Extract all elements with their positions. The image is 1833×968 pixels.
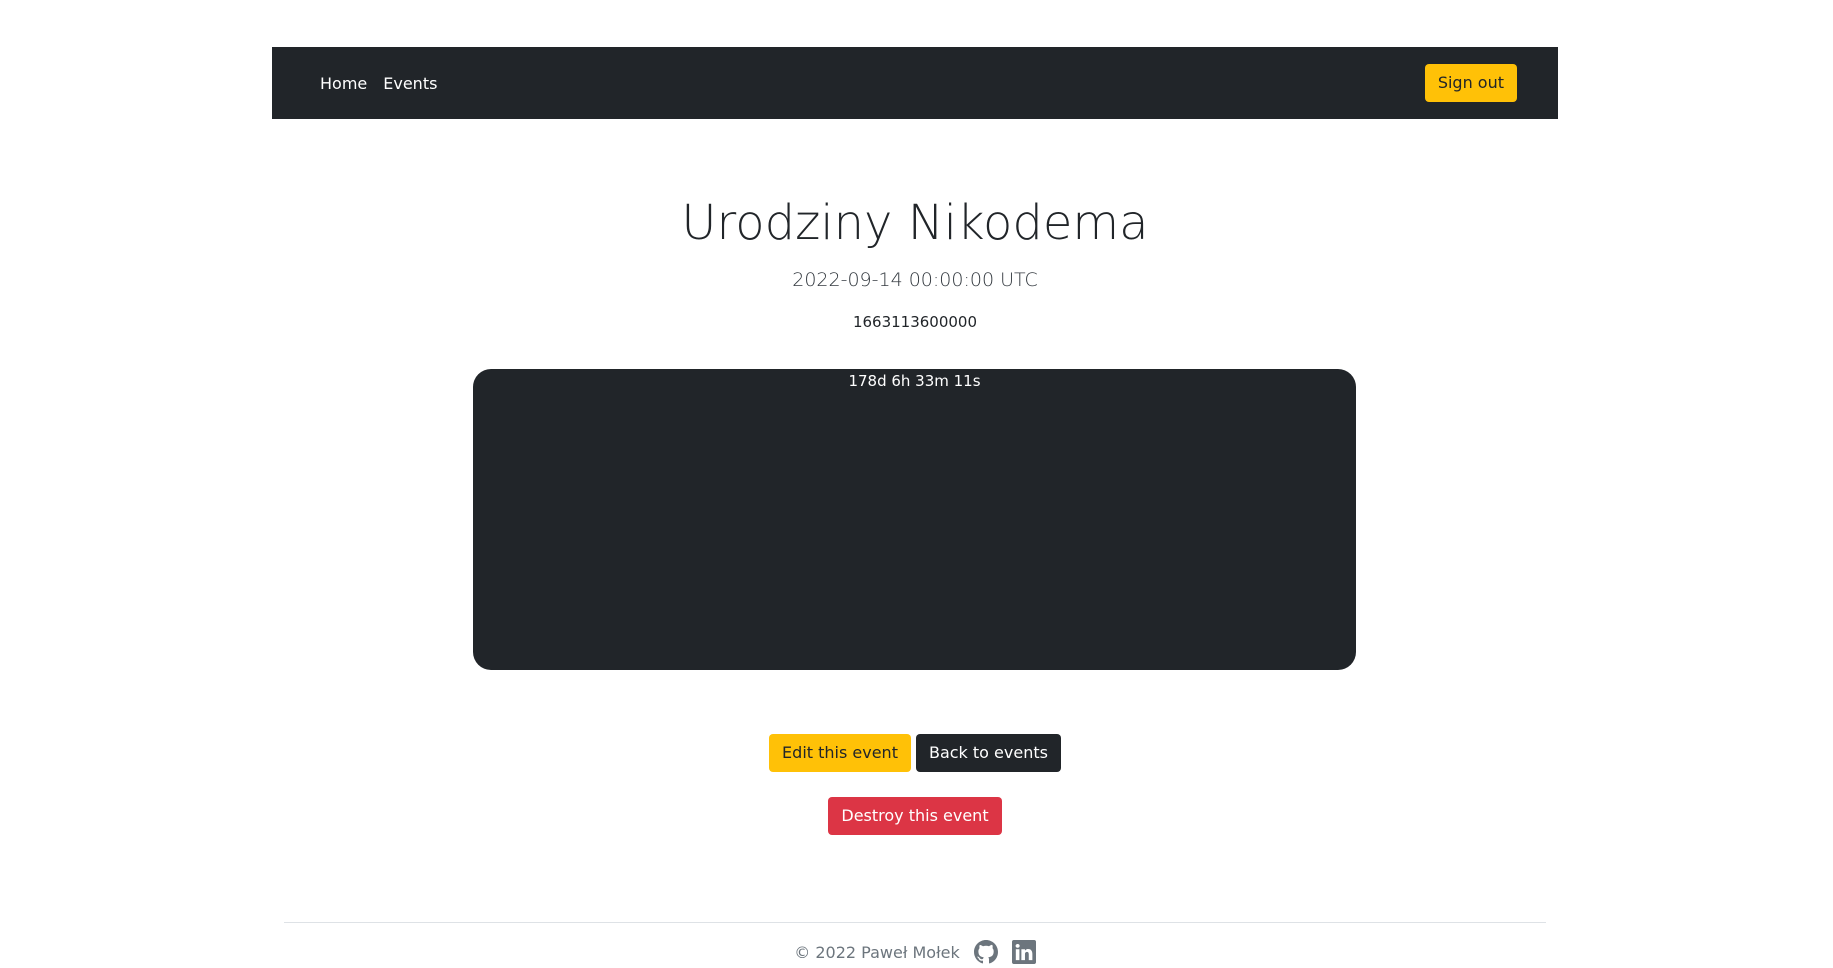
destroy-event-button[interactable]: Destroy this event <box>828 797 1002 835</box>
event-date: 2022-09-14 00:00:00 UTC <box>792 269 1038 291</box>
footer-divider <box>284 922 1546 923</box>
nav-link-events[interactable]: Events <box>383 74 437 93</box>
nav-links: Home Events <box>320 74 437 93</box>
event-actions: Edit this event Back to events <box>272 734 1558 772</box>
back-to-events-button[interactable]: Back to events <box>915 734 1061 772</box>
footer-copyright: © 2022 Paweł Mołek <box>794 942 960 962</box>
nav-link-home[interactable]: Home <box>320 74 367 93</box>
event-timestamp: 1663113600000 <box>852 313 978 331</box>
edit-event-button[interactable]: Edit this event <box>769 734 911 772</box>
destroy-row: Destroy this event <box>272 797 1558 835</box>
navbar: Home Events Sign out <box>272 47 1558 119</box>
github-icon[interactable] <box>973 940 998 964</box>
sign-out-button[interactable]: Sign out <box>1424 64 1517 102</box>
countdown-text: 178d 6h 33m 11s <box>848 372 981 390</box>
countdown-panel: 178d 6h 33m 11s <box>473 369 1356 670</box>
footer: © 2022 Paweł Mołek <box>272 940 1558 964</box>
page-container: Home Events Sign out Urodziny Nikodema 2… <box>272 47 1558 964</box>
event-title: Urodziny Nikodema <box>681 195 1149 251</box>
linkedin-icon[interactable] <box>1011 940 1036 964</box>
